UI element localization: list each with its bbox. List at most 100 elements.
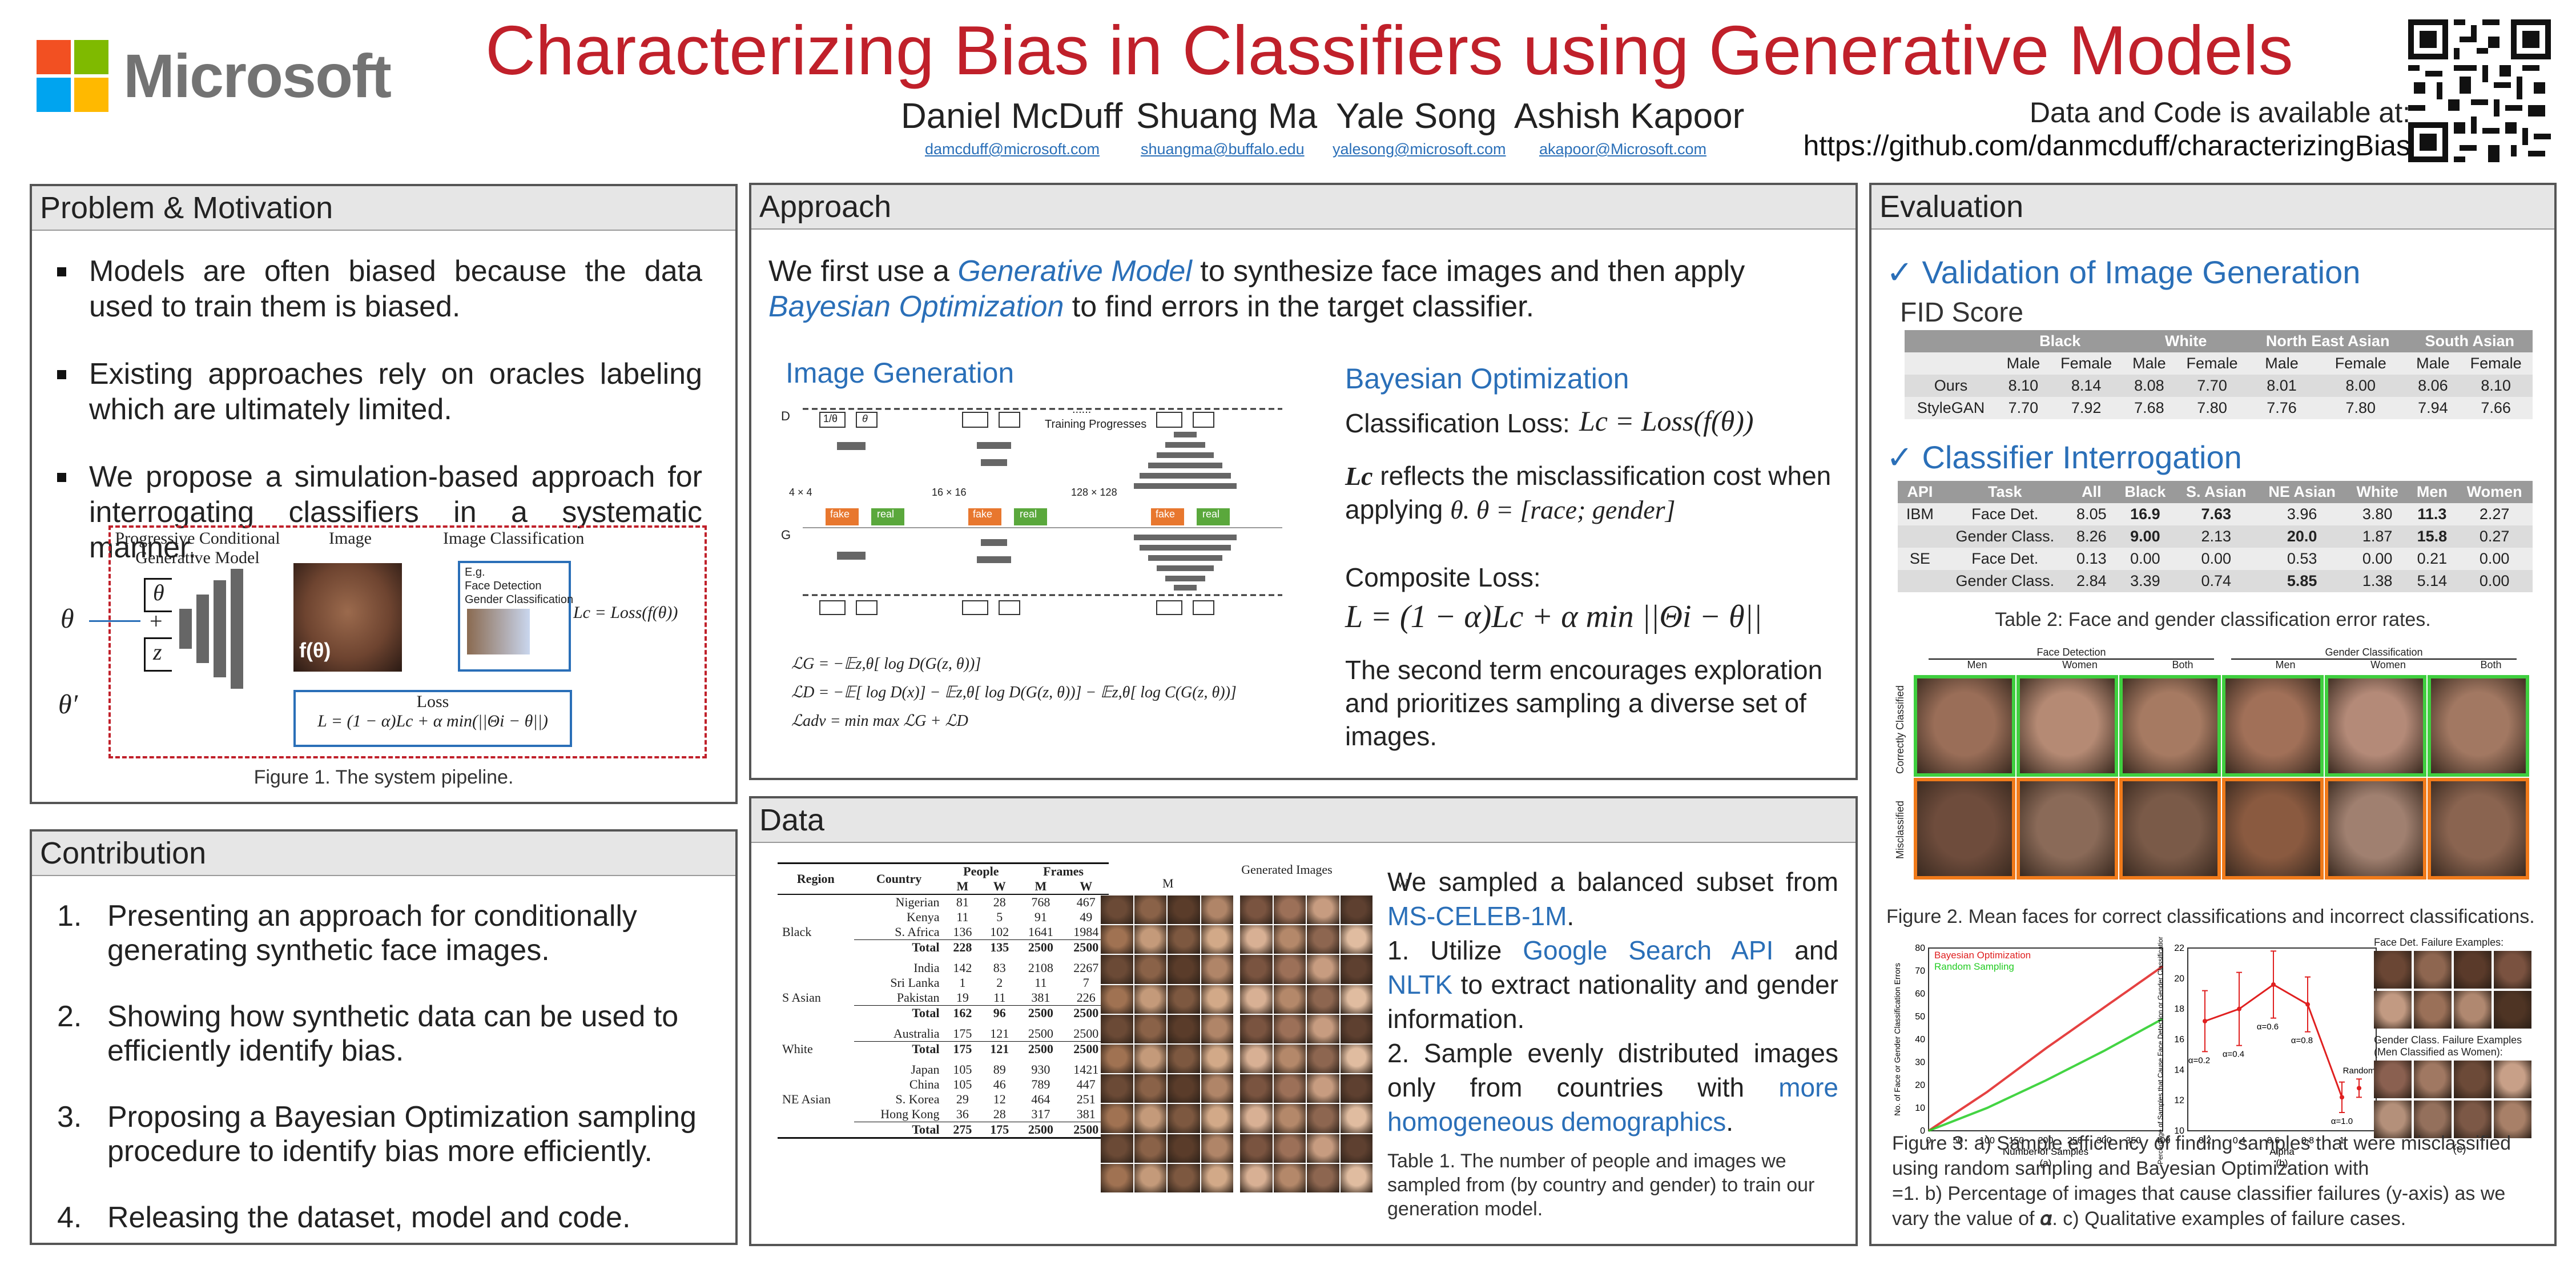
- row-label: Ours: [1905, 375, 1997, 397]
- generated-face-thumbnail: [1273, 955, 1306, 984]
- nltk-link[interactable]: NLTK: [1387, 970, 1452, 999]
- code-url[interactable]: https://github.com/danmcduff/characteriz…: [1803, 129, 2410, 162]
- value-cell: 7.68: [2123, 397, 2176, 419]
- row-label-misclassified: Misclassified: [1894, 800, 1906, 860]
- gc-failure-faces: [2374, 1061, 2545, 1138]
- bayesian-optimization-title: Bayesian Optimization: [1345, 363, 1629, 395]
- fd-failure-label: Face Det. Failure Examples:: [2374, 937, 2504, 948]
- data-text: 2. Sample evenly distributed images only…: [1387, 1038, 1838, 1102]
- table-row: Total 228 135 2500 2500: [778, 939, 1109, 958]
- region-cell: [778, 1006, 854, 1024]
- region-cell: [778, 1059, 854, 1077]
- interrogation-table: API Task All Black S. Asian NE Asian White Men W…: [1898, 481, 2533, 592]
- list-item: 1. Presenting an approach for conditional…: [57, 899, 697, 967]
- problem-panel: Problem & Motivation Models are often bi…: [30, 184, 738, 804]
- alpha-label: α=0.4: [2223, 1050, 2244, 1059]
- author-email[interactable]: shuangma@buffalo.edu: [1141, 140, 1305, 158]
- generated-face-thumbnail: [1134, 1044, 1166, 1074]
- row-label: Face Det.: [1942, 503, 2068, 525]
- row-label: Gender Class.: [1942, 570, 2068, 592]
- col-header: White: [2123, 330, 2249, 352]
- col-header: White: [2346, 481, 2408, 503]
- country-cell: Total: [854, 1122, 944, 1138]
- generated-face-thumbnail: [1273, 985, 1306, 1014]
- author-email[interactable]: akapoor@Microsoft.com: [1539, 140, 1706, 158]
- value-cell: 29: [956, 1092, 969, 1106]
- author-email[interactable]: yalesong@microsoft.com: [1333, 140, 1506, 158]
- g-label: G: [781, 528, 791, 542]
- generated-face-thumbnail: [1340, 1074, 1372, 1103]
- value-cell: 0.53: [2257, 548, 2347, 570]
- value-cell: 7.63: [2175, 503, 2257, 525]
- bullet-item: Existing approaches rely on oracles labe…: [57, 356, 702, 427]
- lc-description: Lc reflects the misclassification cost w…: [1345, 459, 1836, 527]
- qr-code-icon[interactable]: [2408, 19, 2551, 162]
- eg-label: E.g.: [465, 566, 485, 579]
- z-vector: z: [153, 639, 162, 665]
- value-cell: 2500: [1018, 1005, 1064, 1023]
- panel-heading: Problem & Motivation: [32, 186, 735, 231]
- col-header: M: [956, 879, 969, 893]
- data-text: We sampled a balanced subset from: [1387, 867, 1838, 897]
- y-tick-label: 40: [1915, 1035, 1925, 1045]
- generated-face-thumbnail: [1340, 1014, 1372, 1043]
- data-point: [2203, 1019, 2207, 1023]
- author-email[interactable]: damcduff@microsoft.com: [925, 140, 1100, 158]
- mean-face-correct: [2016, 675, 2118, 777]
- value-cell: 0.27: [2456, 525, 2533, 548]
- value-cell: 8.08: [2123, 375, 2176, 397]
- y-tick-label: 70: [1915, 966, 1925, 976]
- value-cell: 91: [1034, 910, 1047, 924]
- fake-label: fake: [1156, 508, 1176, 520]
- generated-face-thumbnail: [1134, 925, 1166, 954]
- y-tick-label: 50: [1915, 1012, 1925, 1022]
- data-point: [2340, 1095, 2344, 1100]
- dots-label: ......: [1072, 403, 1092, 416]
- panel-heading: Contribution: [32, 832, 735, 876]
- value-cell: 12: [993, 1092, 1006, 1106]
- table-row: China 105 46 789 447: [778, 1077, 1109, 1092]
- y-tick-label: 20: [1915, 1081, 1925, 1090]
- check-icon: ✓: [1886, 254, 1913, 290]
- ms-celeb-link[interactable]: MS-CELEB-1M: [1387, 901, 1567, 931]
- data-table: Region Country People Frames M W M W Nigerian 8…: [778, 862, 1109, 1139]
- country-cell: Hong Kong: [880, 1107, 940, 1121]
- random-label: Random: [2343, 1066, 2376, 1075]
- alpha-label: α=1.0: [2331, 1117, 2353, 1126]
- failure-face-thumbnail: [2414, 1061, 2452, 1098]
- col-header: Black: [1997, 330, 2123, 352]
- value-cell: 2500: [1028, 1026, 1053, 1041]
- item-number: 2.: [57, 1000, 82, 1033]
- table-row: Australia 175 121 2500 2500: [778, 1023, 1109, 1042]
- col-header: NE Asian: [2257, 481, 2347, 503]
- value-cell: 3.80: [2346, 503, 2408, 525]
- value-cell: 16.9: [2115, 503, 2176, 525]
- generated-face-thumbnail: [1340, 1104, 1372, 1133]
- y-tick-label: 14: [2174, 1065, 2184, 1075]
- microsoft-logo-icon: [37, 40, 108, 112]
- region-cell: [778, 1107, 854, 1122]
- generated-face-thumbnail: [1168, 1044, 1200, 1074]
- region-cell: [778, 1023, 854, 1042]
- generated-face-thumbnail: [1201, 1044, 1233, 1074]
- country-cell: Japan: [911, 1062, 940, 1077]
- loss-g-equation: ℒG = −𝔼z,θ[ log D(G(z, θ))]: [791, 655, 981, 673]
- generated-face-thumbnail: [1168, 985, 1200, 1014]
- value-cell: 2500: [1018, 1122, 1064, 1138]
- generated-face-thumbnail: [1307, 1163, 1339, 1192]
- sub-header: Male: [2406, 352, 2460, 375]
- generated-face-thumbnail: [1201, 985, 1233, 1014]
- col-header: People: [963, 864, 999, 878]
- value-cell: 3.96: [2257, 503, 2347, 525]
- generative-model-text: Generative Model: [957, 255, 1192, 288]
- failure-face-thumbnail: [2374, 991, 2412, 1029]
- table2-caption: Table 2: Face and gender classification …: [1995, 609, 2431, 630]
- fd-failure-faces: [2374, 951, 2545, 1029]
- value-cell: 8.01: [2248, 375, 2315, 397]
- generator-layer: [231, 569, 243, 689]
- value-cell: 89: [993, 1062, 1006, 1077]
- value-cell: 2108: [1028, 961, 1053, 975]
- country-cell: Nigerian: [895, 895, 940, 909]
- google-search-api-link[interactable]: Google Search API: [1523, 935, 1773, 965]
- generated-face-thumbnail: [1240, 1014, 1273, 1043]
